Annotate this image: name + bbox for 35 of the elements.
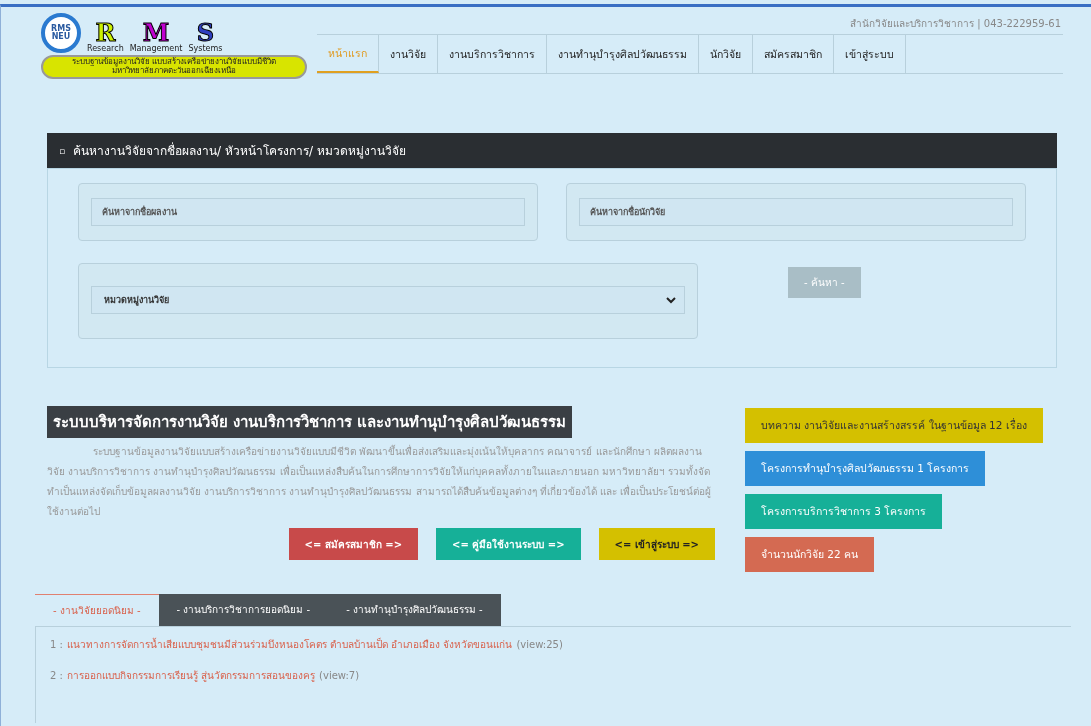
logo-word: Management	[129, 45, 183, 53]
stat-badge: จำนวนนักวิจัย 22 คน	[745, 537, 875, 572]
contact-info: สำนักวิจัยและบริการวิชาการ | 043-222959-61	[850, 17, 1061, 32]
nav-link[interactable]: งานบริการวิชาการ	[438, 35, 547, 73]
nav-link[interactable]: สมัครสมาชิก	[753, 35, 834, 73]
item-number: 1 :	[50, 639, 63, 650]
intro-paragraph: ระบบฐานข้อมูลงานวิจัยแบบสร้างเครือข่ายงานวิจัยแบบมีชีวิต พัฒนาขึ้นเพื่อส่งเสริมและมุ่งเน้นให้บุคลากร คณาจารย์ และนักศึกษา ผลิตผลงานวิจัย งานบริการวิชาการ งานทำนุบำรุงศิลปวัฒนธรรม เพื่อเป็นแหล่งสืบค้นในการศึกษาการวิจัยให้แก่บุคคลทั้งภายในและภายนอก มหาวิทยาลัยฯ รวมทั้งจัดทำเป็นแหล่งจัดเก็บข้อมูลผลงานวิจัย งานบริการวิชาการ งานทำนุบำรุงศิลปวัฒนธรรม สามารถได้สืบค้นข้อมูลต่างๆ ที่เกี่ยวข้องได้ และ เพื่อเป็นประโยชน์ต่อผู้ใช้งานต่อไป	[47, 443, 713, 519]
logo-word: Systems	[188, 45, 223, 53]
logo-emblem: RMS NEU	[41, 13, 81, 53]
chevron-down-icon	[666, 296, 676, 304]
view-count: (view:25)	[516, 639, 563, 650]
nav-link[interactable]: นักวิจัย	[699, 35, 753, 73]
stat-badge: โครงการบริการวิชาการ 3 โครงการ	[745, 494, 943, 529]
square-icon: ▫	[59, 145, 66, 156]
logo-letter: M	[142, 21, 170, 45]
nav-link[interactable]: งานวิจัย	[379, 35, 438, 73]
logo-word: Research	[87, 45, 124, 53]
view-count: (view:7)	[319, 670, 360, 681]
tab[interactable]: - งานทำนุบำรุงศิลปวัฒนธรรม -	[328, 594, 501, 626]
work-search-field[interactable]: ค้นหาจากชื่อผลงาน	[91, 198, 525, 226]
item-number: 2 :	[50, 670, 63, 681]
action-button[interactable]: <= เข้าสู่ระบบ =>	[598, 528, 715, 560]
nav-link[interactable]: งานทำนุบำรุงศิลปวัฒนธรรม	[547, 35, 699, 73]
logo-letter: R	[95, 21, 116, 45]
tab[interactable]: - งานบริการวิชาการยอดนิยม -	[158, 594, 329, 626]
action-button[interactable]: <= สมัครสมาชิก =>	[288, 528, 419, 560]
intro-title: ระบบบริหารจัดการงานวิจัย งานบริการวิชาการ และงานทำนุบำรุงศิลปวัฒนธรรม	[47, 406, 573, 438]
stat-badge: บทความ งานวิจัยและงานสร้างสรรค์ ในฐานข้อมูล 12 เรื่อง	[745, 408, 1043, 443]
stat-badge: โครงการทำนุบำรุงศิลปวัฒนธรรม 1 โครงการ	[745, 451, 986, 486]
nav-link[interactable]: เข้าสู่ระบบ	[834, 35, 906, 73]
logo-letter: S	[196, 21, 215, 45]
researcher-search-field[interactable]: ค้นหาจากชื่อนักวิจัย	[579, 198, 1013, 226]
category-select[interactable]: หมวดหมู่งานวิจัย	[91, 286, 685, 314]
search-panel-title: ค้นหางานวิจัยจากชื่อผลงาน/ หัวหน้าโครงการ/ หมวดหมู่งานวิจัย	[73, 141, 406, 160]
logo-tagline: ระบบฐานข้อมูลงานวิจัย แบบสร้างเครือข่ายงานวิจัยแบบมีชีวิต มหาวิทยาลัยภาคตะวันออกเฉียงเหนือ	[41, 55, 307, 79]
